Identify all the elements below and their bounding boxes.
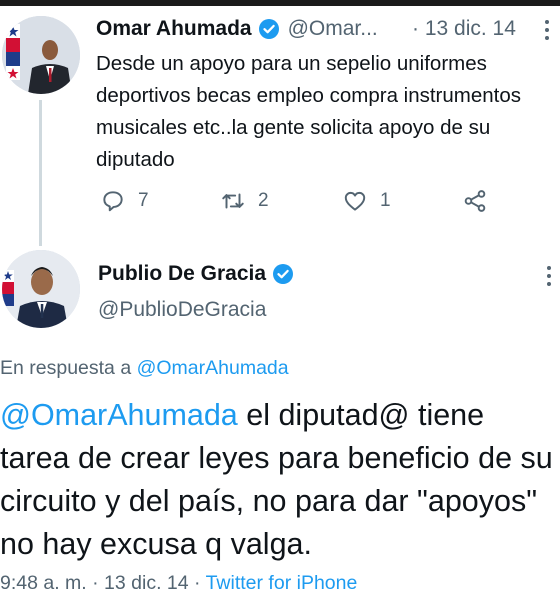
reply-count: 7 (138, 190, 149, 211)
like-count: 1 (380, 190, 391, 211)
parent-tweet-text: Desde un apoyo para un sepelio uniformes… (96, 52, 522, 171)
tweet-meta-line: 9:48 a. m. · 13 dic. 14 · Twitter for iP… (0, 572, 357, 595)
thread-connector-line (39, 100, 42, 246)
more-vertical-icon[interactable] (544, 20, 550, 44)
tweet-source-link[interactable]: Twitter for iPhone (206, 572, 358, 594)
more-vertical-icon[interactable] (546, 266, 552, 290)
verified-badge-icon (272, 263, 294, 285)
avatar-omar-ahumada[interactable] (2, 16, 80, 94)
tweet-timestamp[interactable]: · 13 dic. 14 (412, 14, 516, 44)
heart-icon (344, 191, 366, 211)
author-name-row: Publio De Gracia (98, 258, 302, 290)
author-name[interactable]: Publio De Gracia (98, 262, 266, 286)
like-button[interactable]: 1 (342, 183, 391, 219)
share-nodes-icon (464, 190, 486, 212)
speech-bubble-icon (103, 191, 123, 212)
tweet-actions-bar: 7 2 1 (96, 183, 536, 219)
replying-to-prefix: En respuesta a (0, 357, 132, 379)
mention-link[interactable]: @OmarAhumada (0, 398, 238, 432)
author-handle[interactable]: @Omar... (288, 17, 378, 41)
top-bar (0, 0, 560, 6)
main-tweet-text: @OmarAhumada el diputad@ tiene tarea de … (0, 394, 560, 566)
parent-tweet-header: Omar Ahumada @Omar... (96, 14, 378, 44)
retweet-button[interactable]: 2 (220, 183, 269, 219)
share-button[interactable] (462, 183, 500, 219)
author-name[interactable]: Omar Ahumada (96, 17, 252, 41)
avatar-publio-de-gracia[interactable] (2, 250, 80, 328)
retweet-count: 2 (258, 190, 269, 211)
verified-badge-icon (258, 18, 280, 40)
tweet-timestamp[interactable]: 9:48 a. m. · 13 dic. 14 · (0, 572, 206, 594)
replying-to-mention-link[interactable]: @OmarAhumada (137, 357, 289, 379)
author-handle[interactable]: @PublioDeGracia (98, 298, 266, 322)
replying-to-line: En respuesta a @OmarAhumada (0, 357, 289, 380)
retweet-icon (222, 193, 244, 209)
reply-button[interactable]: 7 (100, 183, 149, 219)
